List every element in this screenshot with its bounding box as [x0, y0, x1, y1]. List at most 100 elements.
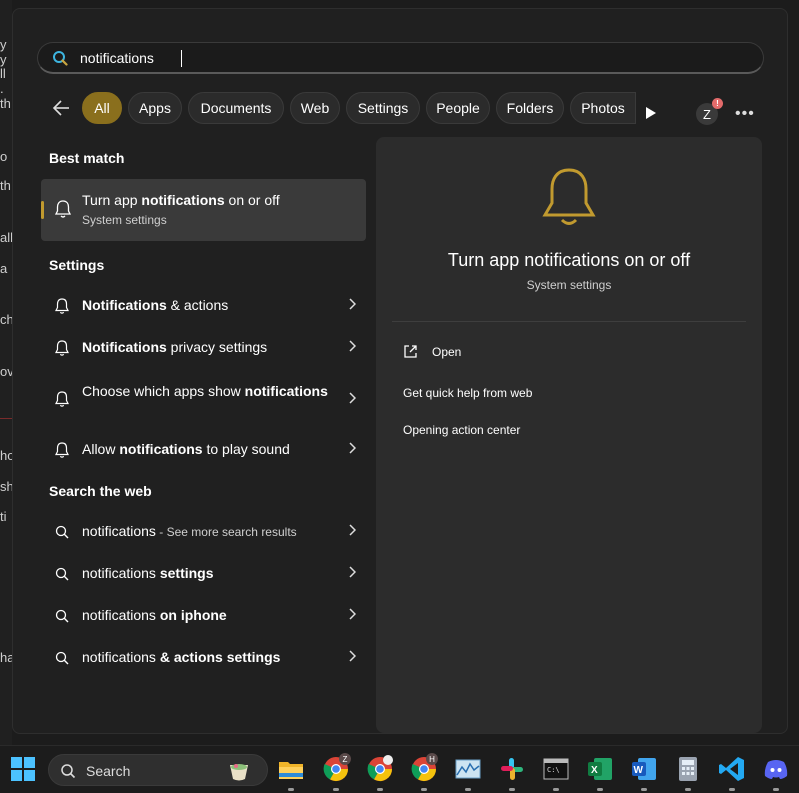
running-indicator [553, 788, 559, 791]
calculator-icon[interactable] [674, 755, 702, 783]
settings-result-item[interactable]: Allow notifications to play sound [41, 429, 366, 469]
item-label: Notifications & actions [82, 297, 229, 313]
chevron-right-icon [349, 442, 356, 454]
web-result-item[interactable]: notifications - See more search results [41, 511, 366, 551]
filter-chips: All Apps Documents Web Settings People F… [82, 92, 682, 124]
settings-result-item[interactable]: Choose which apps show notifications [41, 375, 366, 423]
chevron-right-icon [349, 650, 356, 662]
item-label: Choose which apps show notifications [82, 383, 328, 399]
running-indicator [773, 788, 779, 791]
start-button-windows-icon[interactable] [9, 755, 37, 783]
running-indicator [377, 788, 383, 791]
search-input[interactable]: notifications [37, 42, 764, 74]
background-window: y y ll . th o th all a ch ov ho sh ti ha [0, 0, 14, 745]
search-icon [53, 51, 68, 66]
item-label: notifications on iphone [82, 607, 227, 623]
search-icon [55, 609, 69, 623]
filter-settings[interactable]: Settings [346, 92, 420, 124]
profile-badge: Z [339, 753, 351, 765]
more-options-icon[interactable]: ••• [735, 105, 755, 123]
settings-heading: Settings [49, 257, 105, 273]
bg-text: ti [0, 509, 7, 524]
search-icon [55, 567, 69, 581]
running-indicator [509, 788, 515, 791]
search-query: notifications [80, 50, 154, 66]
filter-documents[interactable]: Documents [188, 92, 284, 124]
file-explorer-icon[interactable] [277, 755, 305, 783]
text-caret [181, 50, 182, 67]
svg-text:W: W [634, 765, 644, 776]
running-indicator [597, 788, 603, 791]
bell-icon [55, 298, 69, 314]
web-result-item[interactable]: notifications & actions settings [41, 637, 366, 677]
filter-apps[interactable]: Apps [128, 92, 182, 124]
slack-icon[interactable] [498, 755, 526, 783]
bg-text: ll . [0, 66, 6, 96]
web-result-item[interactable]: notifications on iphone [41, 595, 366, 635]
start-search-panel: notifications All Apps Documents Web Set… [12, 8, 788, 734]
filter-people[interactable]: People [426, 92, 490, 124]
bell-icon [55, 340, 69, 356]
action-center-action[interactable]: Opening action center [403, 423, 520, 437]
item-label: notifications - See more search results [82, 523, 297, 539]
divider [392, 321, 746, 322]
settings-result-item[interactable]: Notifications & actions [41, 285, 366, 325]
open-external-icon [404, 345, 417, 358]
best-match-item[interactable]: Turn app notifications on or off System … [41, 179, 366, 241]
filter-web[interactable]: Web [290, 92, 340, 124]
chevron-right-icon [349, 524, 356, 536]
chevron-right-icon [349, 608, 356, 620]
item-label: Allow notifications to play sound [82, 441, 290, 457]
filter-photos[interactable]: Photos [570, 92, 636, 124]
taskbar: Search Z H C:\ X W [0, 745, 799, 793]
running-indicator [729, 788, 735, 791]
bell-icon [55, 391, 69, 407]
resource-monitor-icon[interactable] [454, 755, 482, 783]
item-label: notifications settings [82, 565, 214, 581]
back-arrow-icon[interactable] [51, 98, 71, 118]
discord-icon[interactable] [762, 755, 790, 783]
search-icon [55, 651, 69, 665]
running-indicator [465, 788, 471, 791]
running-indicator [641, 788, 647, 791]
chevron-right-icon [349, 566, 356, 578]
bg-text: o [0, 149, 8, 164]
filter-all[interactable]: All [82, 92, 122, 124]
svg-text:X: X [591, 765, 598, 776]
preview-title: Turn app notifications on or off [447, 250, 691, 270]
word-icon[interactable]: W [630, 755, 658, 783]
chevron-right-icon [349, 340, 356, 352]
quick-help-action[interactable]: Get quick help from web [403, 386, 532, 400]
running-indicator [333, 788, 339, 791]
bg-text: a [0, 261, 8, 276]
more-filters-play-icon[interactable] [645, 106, 657, 120]
taskbar-search[interactable]: Search [48, 754, 268, 786]
search-icon [61, 764, 76, 779]
settings-result-item[interactable]: Notifications privacy settings [41, 327, 366, 367]
best-match-title: Turn app notifications on or off [82, 192, 280, 208]
search-icon [55, 525, 69, 539]
item-label: Notifications privacy settings [82, 339, 268, 355]
terminal-icon[interactable]: C:\ [542, 755, 570, 783]
chevron-right-icon [349, 392, 356, 404]
preview-pane: Turn app notifications on or off System … [376, 137, 762, 733]
bell-icon [542, 168, 596, 225]
web-result-item[interactable]: notifications settings [41, 553, 366, 593]
chrome-icon[interactable] [366, 755, 394, 783]
vscode-icon[interactable] [718, 755, 746, 783]
bell-icon [55, 442, 69, 458]
search-highlight-cup-icon [230, 764, 248, 781]
best-match-subtitle: System settings [82, 213, 167, 227]
notification-badge: ! [712, 98, 723, 109]
account-avatar[interactable]: Z ! [696, 98, 723, 125]
bg-text: th [0, 178, 11, 193]
svg-text:C:\: C:\ [547, 766, 560, 774]
selection-accent [41, 201, 44, 219]
running-indicator [421, 788, 427, 791]
open-action[interactable]: Open [432, 345, 461, 359]
item-label: notifications & actions settings [82, 649, 281, 665]
running-indicator [685, 788, 691, 791]
excel-icon[interactable]: X [586, 755, 614, 783]
filter-folders[interactable]: Folders [496, 92, 564, 124]
best-match-heading: Best match [49, 150, 125, 166]
